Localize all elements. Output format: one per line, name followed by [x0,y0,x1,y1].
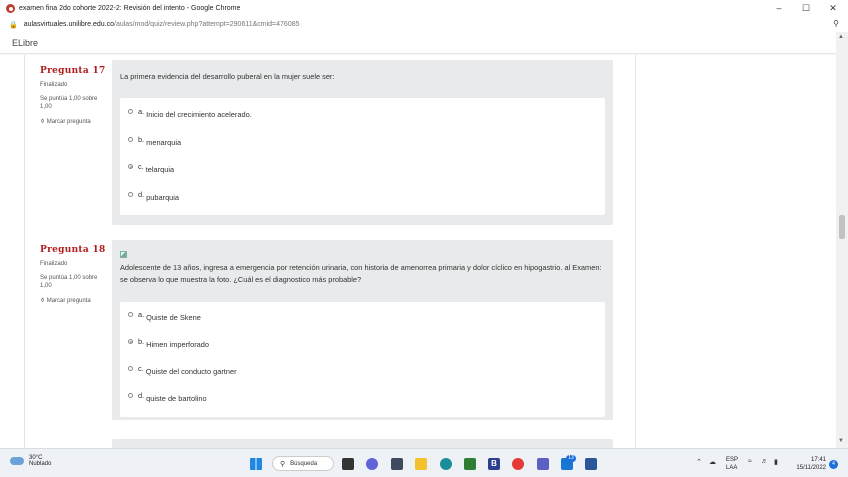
language-indicator[interactable]: ESP LAA [726,456,738,472]
system-clock[interactable]: 17:41 15/11/2022 [790,456,826,472]
windows-taskbar: 30°C Nublado ⚲ Búsqueda B 13 ⌃ ☁ ESP LAA … [0,448,848,477]
site-header: ELibre [0,32,848,54]
answer-option-a[interactable]: a. Quiste de Skene [128,310,201,322]
chrome-app-icon [6,4,15,13]
weather-widget[interactable]: 30°C Nublado [10,455,51,467]
word-icon[interactable] [585,458,597,470]
radio-button[interactable] [128,137,133,142]
minimize-button[interactable]: – [766,0,792,17]
answer-option-d[interactable]: d. pubarquia [128,190,179,202]
question-number: Pregunta 17 [40,66,106,76]
maximize-button[interactable]: ☐ [793,0,819,17]
page-scrollbar[interactable]: ▲ ▼ [836,32,848,448]
flag-icon: ⚱ [40,298,46,305]
notification-badge[interactable]: 4 [829,460,838,469]
window-titlebar: examen fina 2do cohorte 2022-2: Revisión… [0,0,848,17]
taskbar-search[interactable]: ⚲ Búsqueda [272,456,334,471]
address-bar[interactable]: 🔒 aulasvirtuales.unilibre.edu.co/aulas/m… [0,17,848,32]
question-text: La primera evidencia del desarrollo pube… [120,72,335,81]
clock-time: 17:41 [810,457,826,463]
clock-date: 15/11/2022 [796,465,826,472]
radio-button-checked[interactable] [128,339,133,344]
answer-option-a[interactable]: a. Inicio del crecimiento acelerado. [128,107,252,119]
scroll-down-icon[interactable]: ▼ [838,438,844,444]
battery-icon[interactable]: ▮ [774,458,778,466]
edge-browser-icon[interactable] [440,458,452,470]
answer-option-c[interactable]: c. telarquia [128,162,174,174]
radio-button[interactable] [128,312,133,317]
quiz-page: Pregunta 17 Finalizado Se puntúa 1,00 so… [24,55,636,448]
url-path[interactable]: /aulas/mod/quiz/review.php?attempt=29061… [114,21,300,28]
teams-icon[interactable] [537,458,549,470]
flag-question-link[interactable]: ⚱ Marcar pregunta [40,118,110,127]
search-icon: ⚲ [280,460,286,468]
speaker-icon[interactable]: ♬ [761,458,768,465]
broken-image-icon [120,251,127,258]
flag-question-link[interactable]: ⚱ Marcar pregunta [40,297,110,306]
store-icon[interactable] [464,458,476,470]
chevron-up-icon[interactable]: ⌃ [696,458,702,466]
weather-desc: Nublado [29,461,52,467]
scroll-up-icon[interactable]: ▲ [838,34,844,40]
task-view-icon[interactable] [342,458,354,470]
question-grade: Se puntúa 1,00 sobre 1,00 [40,95,98,111]
answer-option-b[interactable]: b. Himen imperforado [128,337,209,349]
chat-icon[interactable] [366,458,378,470]
answer-list: a. Quiste de Skene b. Himen imperforado c.… [120,302,605,417]
question-state: Finalizado [40,82,68,89]
file-explorer-icon[interactable] [415,458,427,470]
chrome-icon[interactable] [512,458,524,470]
quiz-review-content: Pregunta 17 Finalizado Se puntúa 1,00 so… [0,55,836,448]
close-button[interactable]: ✕ [820,0,846,17]
cloud-icon [10,457,24,465]
cloud-tray-icon[interactable]: ☁ [709,458,716,466]
question-number: Pregunta 18 [40,245,106,255]
lang-top: ESP [726,457,739,463]
lock-icon: 🔒 [9,21,18,29]
question-text: Adolescente de 13 años, ingresa a emerge… [120,263,602,284]
question-box-18: Adolescente de 13 años, ingresa a emerge… [112,240,613,420]
radio-button[interactable] [128,192,133,197]
scrollbar-thumb[interactable] [839,215,845,239]
radio-button[interactable] [128,393,133,398]
answer-option-b[interactable]: b. menarquia [128,135,181,147]
flag-icon: ⚱ [40,119,46,126]
lang-bottom: LAA [726,465,738,472]
question-info-17: Pregunta 17 Finalizado Se puntúa 1,00 so… [40,65,110,127]
answer-list: a. Inicio del crecimiento acelerado. b. me… [120,98,605,215]
search-label: Búsqueda [290,460,318,467]
mail-badge: 13 [566,455,576,462]
radio-button-checked[interactable] [128,164,133,169]
windows-start-icon[interactable] [250,458,262,470]
question-image [112,240,613,258]
radio-button[interactable] [128,109,133,114]
question-box-next [112,439,613,448]
question-grade: Se puntúa 1,00 sobre 1,00 [40,274,98,290]
radio-button[interactable] [128,366,133,371]
answer-option-d[interactable]: d. quiste de bartolino [128,391,207,403]
answer-option-c[interactable]: c. Quiste del conducto gartner [128,364,237,376]
window-title: examen fina 2do cohorte 2022-2: Revisión… [19,5,241,12]
wifi-icon[interactable]: ≈ [748,458,752,465]
b-app-icon[interactable]: B [488,458,500,470]
calculator-app-icon[interactable] [391,458,403,470]
question-state: Finalizado [40,261,68,268]
url-host[interactable]: aulasvirtuales.unilibre.edu.co [24,21,114,28]
question-box-17: La primera evidencia del desarrollo pube… [112,60,613,225]
search-icon[interactable]: ⚲ [833,19,839,28]
question-info-18: Pregunta 18 Finalizado Se puntúa 1,00 so… [40,244,110,306]
site-brand[interactable]: ELibre [12,38,38,48]
